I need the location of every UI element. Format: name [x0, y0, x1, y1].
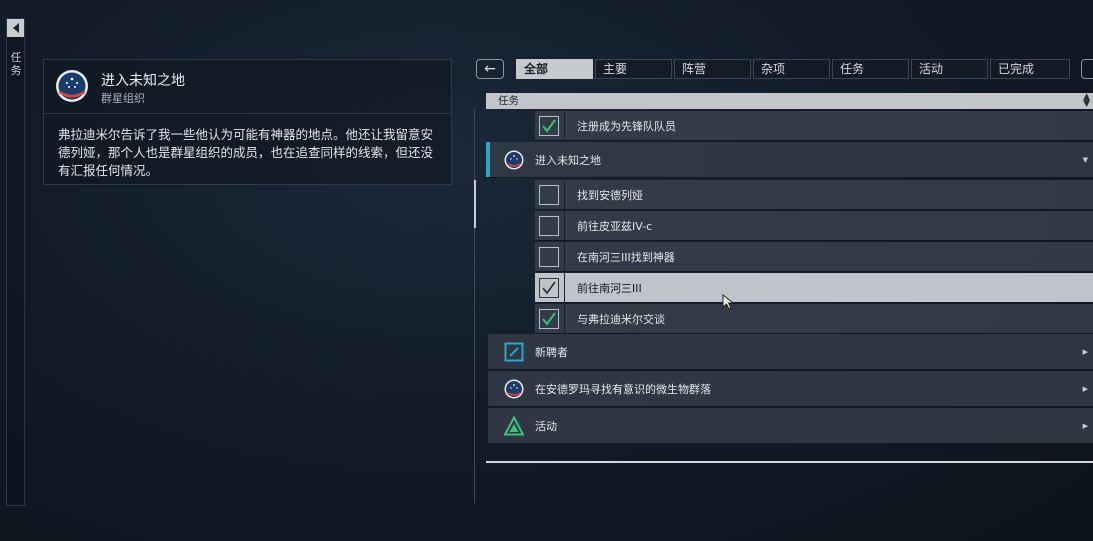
objective-label: 在南河三III找到神器	[577, 250, 675, 264]
constellation-icon	[504, 379, 524, 398]
mission-description: 弗拉迪米尔告诉了我一些他认为可能有神器的地点。他还让我留意安德列娅，那个人也是群…	[58, 127, 434, 178]
mission-detail-card: 进入未知之地 群星组织 弗拉迪米尔告诉了我一些他认为可能有神器的地点。他还让我留…	[43, 59, 452, 185]
checkbox-empty-icon[interactable]	[539, 247, 559, 267]
list-scroll-thumb[interactable]	[474, 180, 476, 228]
mission-title: 进入未知之地	[101, 73, 185, 89]
objective-label: 前往皮亚兹IV-c	[577, 219, 653, 233]
forward-arrow-button[interactable]	[1081, 59, 1093, 79]
edit-square-icon	[504, 342, 524, 361]
tab-completed[interactable]: 已完成	[990, 59, 1070, 79]
collapse-arrow-icon[interactable]	[7, 19, 24, 37]
constellation-icon	[504, 150, 524, 169]
sort-icon[interactable]: ▲ ▼	[1083, 93, 1090, 109]
tab-missions[interactable]: 任务	[832, 59, 909, 79]
row-separator	[564, 180, 565, 209]
list-header[interactable]: 任务 ▲ ▼	[486, 93, 1093, 109]
mission-row[interactable]: 在安德罗玛寻找有意识的微生物群落 ▶	[488, 371, 1093, 407]
mouse-cursor-icon	[722, 294, 735, 310]
mission-label: 活动	[535, 419, 557, 433]
activity-triangle-icon	[504, 415, 524, 435]
objective-label: 前往南河三III	[577, 281, 642, 295]
checkbox-empty-icon[interactable]	[539, 185, 559, 205]
mission-row-active[interactable]: 进入未知之地 ▼	[486, 142, 1093, 178]
chevron-right-icon[interactable]: ▶	[1083, 385, 1088, 393]
objective-label: 注册成为先锋队队员	[577, 119, 676, 133]
row-separator	[564, 242, 565, 271]
objective-row[interactable]: 注册成为先锋队队员	[535, 111, 1093, 141]
constellation-icon	[56, 70, 88, 102]
objective-row[interactable]: 找到安德列娅	[535, 180, 1093, 210]
mission-row[interactable]: 活动 ▶	[488, 408, 1093, 444]
row-separator	[564, 211, 565, 240]
chevron-right-icon[interactable]: ▶	[1083, 348, 1088, 356]
checkbox-empty-icon[interactable]	[539, 216, 559, 236]
back-arrow-button[interactable]: ←	[476, 59, 504, 79]
list-scroll-track[interactable]	[474, 109, 475, 503]
mission-faction: 群星组织	[101, 92, 145, 105]
tab-misc[interactable]: 杂项	[753, 59, 830, 79]
tab-activities[interactable]: 活动	[911, 59, 988, 79]
checkbox-checked-icon[interactable]	[539, 309, 559, 329]
row-separator	[564, 273, 565, 302]
objective-label: 找到安德列娅	[577, 188, 643, 202]
checkbox-checked-icon[interactable]	[539, 116, 559, 136]
mission-label: 进入未知之地	[535, 153, 601, 167]
row-separator	[564, 304, 565, 333]
chevron-right-icon[interactable]: ▶	[1083, 422, 1088, 430]
row-separator	[564, 111, 565, 140]
mission-detail-header: 进入未知之地 群星组织	[44, 60, 451, 114]
objective-row[interactable]: 与弗拉迪米尔交谈	[535, 304, 1093, 334]
checkbox-checked-icon[interactable]	[539, 278, 559, 298]
tab-main[interactable]: 主要	[595, 59, 672, 79]
rail-label: 任务	[10, 51, 22, 77]
left-rail: 任务	[6, 18, 25, 506]
list-bottom-divider	[486, 461, 1093, 463]
objective-row[interactable]: 在南河三III找到神器	[535, 242, 1093, 272]
row-left-bar	[492, 371, 495, 406]
tab-all[interactable]: 全部	[516, 59, 593, 79]
objective-row[interactable]: 前往皮亚兹IV-c	[535, 211, 1093, 241]
row-left-bar	[492, 334, 495, 369]
objective-label: 与弗拉迪米尔交谈	[577, 312, 665, 326]
objective-row-selected[interactable]: 前往南河三III	[535, 273, 1093, 303]
row-left-bar	[492, 408, 495, 443]
tab-faction[interactable]: 阵营	[674, 59, 751, 79]
chevron-down-icon[interactable]: ▼	[1083, 156, 1088, 164]
mission-label: 新聘者	[535, 345, 568, 359]
list-header-label: 任务	[498, 95, 519, 107]
mission-row[interactable]: 新聘者 ▶	[488, 334, 1093, 370]
mission-label: 在安德罗玛寻找有意识的微生物群落	[535, 382, 711, 396]
